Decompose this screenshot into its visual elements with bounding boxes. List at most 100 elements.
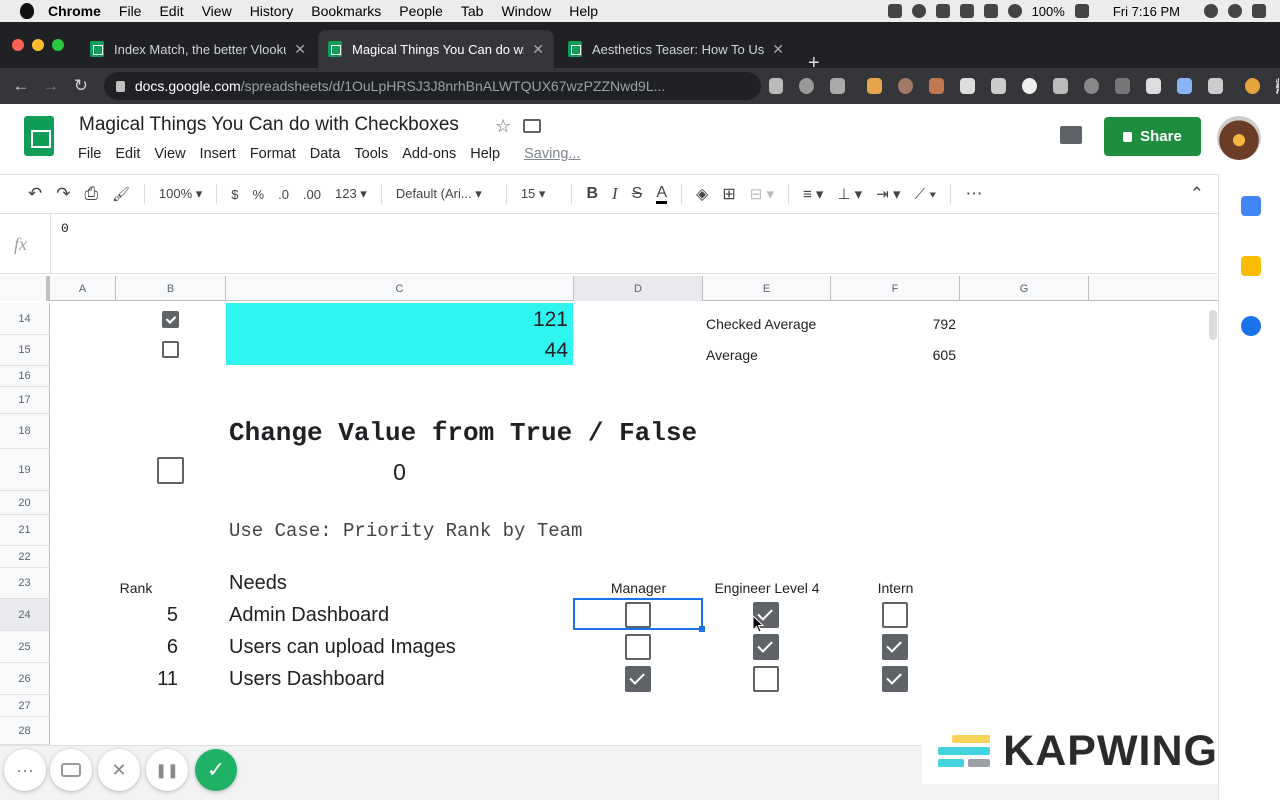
browser-tab-index-match[interactable]: Index Match, the better Vlooku ✕ [80,30,316,68]
microphone-icon[interactable] [887,4,902,18]
comment-history-icon[interactable] [1060,126,1082,144]
menubar-app-name[interactable]: Chrome [48,3,101,19]
intern-header[interactable]: Intern [831,580,960,596]
menu-edit[interactable]: Edit [115,146,140,162]
row-header-21[interactable]: 21 [0,515,50,546]
selected-cell-d24[interactable] [573,598,703,630]
column-header-b[interactable]: B [116,276,226,301]
menu-data[interactable]: Data [310,146,341,162]
extension-icon[interactable] [991,78,1007,94]
column-header-e[interactable]: E [703,276,831,301]
checkbox-b19[interactable] [157,457,184,484]
sheets-logo-icon[interactable] [24,116,54,156]
paint-format-icon[interactable]: 🖌 [112,186,130,203]
print-icon[interactable]: ⎙ [85,184,99,204]
borders-icon[interactable]: ⊞ [722,184,735,204]
currency-format-button[interactable]: $ [231,187,238,202]
cell-f14[interactable]: 792 [831,316,956,332]
share-button[interactable]: Share [1104,117,1201,156]
zoom-window-icon[interactable] [52,39,64,51]
recorder-cancel-button[interactable]: ✕ [98,749,140,791]
extension-icon[interactable] [867,78,883,94]
scrollbar[interactable] [1209,310,1217,340]
row-header-16[interactable]: 16 [0,366,50,387]
column-header-c[interactable]: C [226,276,574,301]
siri-icon[interactable] [1228,4,1242,18]
collapse-toolbar-icon[interactable]: ⌃ [1190,184,1204,204]
cell-e15[interactable]: Average [706,347,758,363]
checkbox-intern-users-dashboard[interactable] [882,666,908,692]
row-header-24[interactable]: 24 [0,599,50,631]
zoom-icon[interactable] [799,78,815,94]
address-bar[interactable]: docs.google.com /spreadsheets/d/1OuLpHRS… [103,72,761,100]
extension-icon[interactable] [1053,78,1069,94]
undo-icon[interactable]: ↶ [28,184,42,204]
save-status[interactable]: Saving... [524,146,580,162]
text-rotation-icon[interactable]: ⟋ ▾ [914,186,936,203]
column-header-g[interactable]: G [960,276,1089,301]
row-header-25[interactable]: 25 [0,631,50,663]
row-header-15[interactable]: 15 [0,335,50,366]
menu-insert[interactable]: Insert [200,146,236,162]
minimize-window-icon[interactable] [32,39,44,51]
row-header-22[interactable]: 22 [0,546,50,568]
lock-icon[interactable] [115,80,125,92]
extension-icon[interactable] [929,78,945,94]
menubar-history[interactable]: History [250,3,294,19]
browser-tab-magical-things[interactable]: Magical Things You Can do with ✕ [318,30,554,68]
screen-icon[interactable] [959,4,974,18]
italic-button[interactable]: I [612,184,618,204]
keep-icon[interactable] [1241,256,1261,276]
wifi-icon[interactable] [1007,4,1022,18]
more-icon[interactable]: ⋯ [965,184,982,204]
menubar-edit[interactable]: Edit [159,3,183,19]
rank-header[interactable]: Rank [116,580,156,596]
extension-icon[interactable] [1022,78,1038,94]
checkbox-engineer-users-dashboard[interactable] [753,666,779,692]
increase-decimal-button[interactable]: .00 [303,187,321,202]
menubar-view[interactable]: View [202,3,232,19]
strikethrough-button[interactable]: S [632,185,643,203]
recorder-confirm-button[interactable]: ✓ [195,749,237,791]
menubar-file[interactable]: File [119,3,142,19]
rank-cell[interactable]: 6 [116,636,178,659]
section-heading[interactable]: Change Value from True / False [229,418,697,448]
reload-button[interactable]: ↻ [66,76,96,96]
column-header-d[interactable]: D [574,276,703,301]
tab-close-icon[interactable]: ✕ [532,41,544,58]
menubar-help[interactable]: Help [569,3,598,19]
rank-cell[interactable]: 5 [116,604,178,627]
need-cell[interactable]: Users Dashboard [229,668,385,691]
use-case-label[interactable]: Use Case: Priority Rank by Team [229,520,582,542]
notification-center-icon[interactable] [1252,4,1266,18]
document-title[interactable]: Magical Things You Can do with Checkboxe… [79,114,459,136]
browser-tab-aesthetics-teaser[interactable]: Aesthetics Teaser: How To Use ✕ [558,30,794,68]
percent-format-button[interactable]: % [253,187,265,202]
text-wrapping-icon[interactable]: ⇥ ▾ [876,185,900,203]
recorder-more-button[interactable]: ··· [4,749,46,791]
extension-icon[interactable] [898,78,914,94]
checkbox-b14[interactable] [162,311,179,328]
need-cell[interactable]: Admin Dashboard [229,604,389,627]
row-header-19[interactable]: 19 [0,449,50,491]
menu-view[interactable]: View [154,146,185,162]
row-header-20[interactable]: 20 [0,491,50,515]
recorder-camera-button[interactable] [50,749,92,791]
cell-c14[interactable]: 121 [226,308,568,332]
extension-icon[interactable] [960,78,976,94]
recorder-pause-button[interactable]: ❚❚ [146,749,188,791]
camera-icon[interactable] [768,78,784,94]
spotlight-icon[interactable] [1204,4,1218,18]
text-color-button[interactable]: A [656,184,668,204]
extension-icon[interactable] [1084,78,1100,94]
bookmark-star-icon[interactable] [830,78,846,94]
menu-file[interactable]: File [78,146,101,162]
column-header-a[interactable]: A [50,276,116,301]
row-header-28[interactable]: 28 [0,717,50,745]
horizontal-align-icon[interactable]: ≡ ▾ [803,185,823,203]
apple-icon[interactable] [20,3,34,19]
vertical-align-icon[interactable]: ⊥ ▾ [837,185,862,203]
cell-c15[interactable]: 44 [226,339,568,363]
bold-button[interactable]: B [586,185,598,203]
cell-c19[interactable]: 0 [226,459,573,486]
